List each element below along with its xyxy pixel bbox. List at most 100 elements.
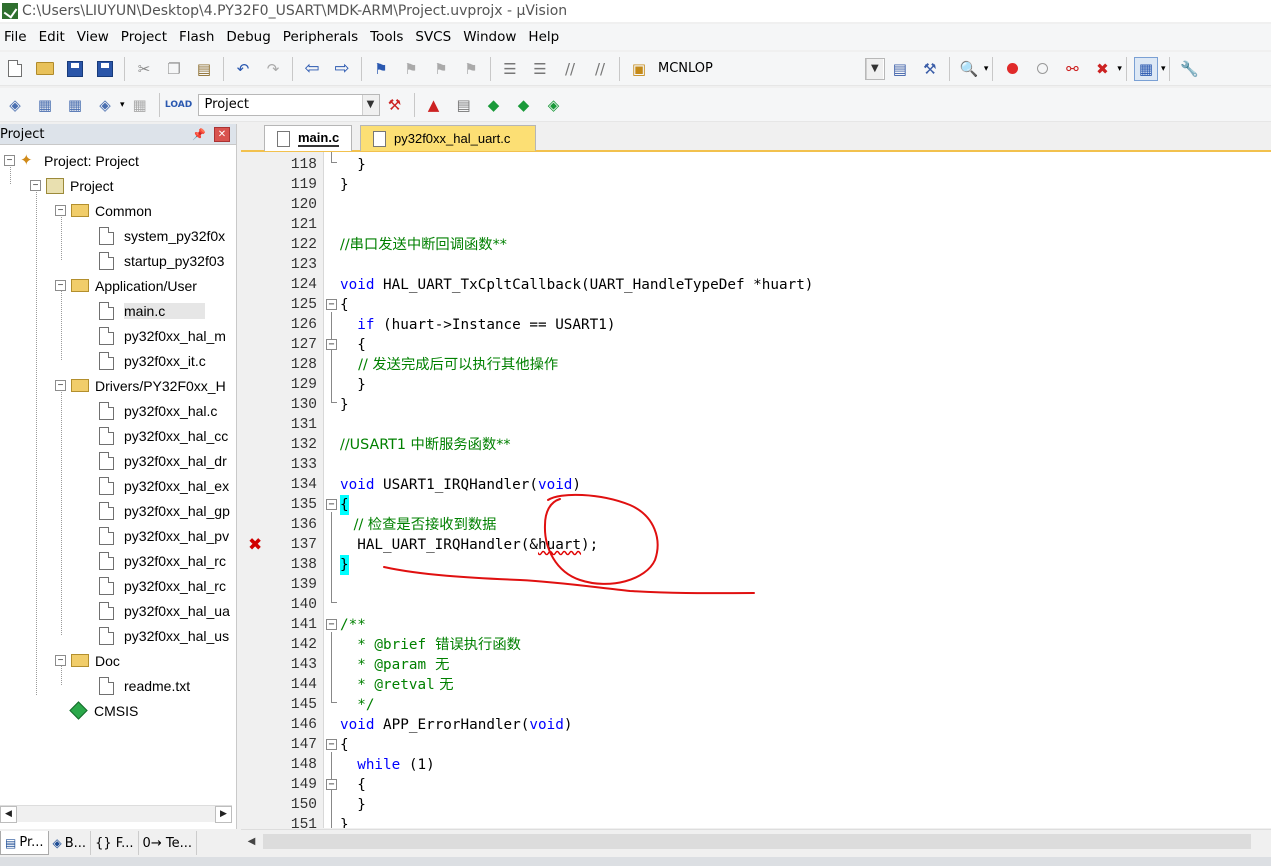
find-in-files-button[interactable]: ▣	[627, 57, 651, 81]
menu-svcs[interactable]: SVCS	[411, 29, 459, 45]
open-file-button[interactable]	[33, 57, 57, 81]
tree-file[interactable]: py32f0xx_hal_dr	[99, 448, 227, 473]
paste-button[interactable]: ▤	[192, 57, 216, 81]
rebuild-button[interactable]: ▦	[63, 93, 87, 117]
select-packs-button[interactable]: ◆	[482, 93, 506, 117]
menu-project[interactable]: Project	[117, 29, 175, 45]
tree-file[interactable]: py32f0xx_hal_cc	[99, 423, 228, 448]
collapse-icon[interactable]: −	[55, 205, 66, 216]
menu-peripherals[interactable]: Peripherals	[279, 29, 366, 45]
fold-toggle-icon[interactable]: −	[326, 779, 337, 790]
tree-group-application-user[interactable]: − Application/User	[55, 273, 197, 298]
error-x-icon[interactable]: ✖	[248, 535, 262, 555]
code-editor[interactable]: 118 } 119} 120 121 122 //串口发送中断回调函数** 123…	[241, 152, 1271, 828]
download-button[interactable]: LOAD	[165, 93, 192, 117]
tab-templates[interactable]: 0→ Te...	[139, 831, 197, 855]
insert-breakpoint-button[interactable]	[1000, 57, 1024, 81]
indent-button[interactable]: ☰	[498, 57, 522, 81]
disable-all-breakpoints-button[interactable]: ⚯	[1060, 57, 1084, 81]
fold-toggle-icon[interactable]: −	[326, 499, 337, 510]
manage-components-button[interactable]: ▲	[422, 93, 446, 117]
pack-installer-button[interactable]: ◆	[512, 93, 536, 117]
tab-functions[interactable]: {} F...	[91, 831, 139, 855]
fold-toggle-icon[interactable]: −	[326, 299, 337, 310]
undo-button[interactable]: ↶	[231, 57, 255, 81]
new-file-button[interactable]	[3, 57, 27, 81]
target-select[interactable]: Project ▼	[197, 93, 380, 116]
collapse-icon[interactable]: −	[4, 155, 15, 166]
uncomment-button[interactable]: //	[588, 57, 612, 81]
tab-main-c[interactable]: main.c	[264, 125, 352, 151]
tree-file[interactable]: py32f0xx_hal_m	[99, 323, 226, 348]
bookmark-clear-button[interactable]: ⚑	[459, 57, 483, 81]
window-layout-button[interactable]: ▦	[1133, 56, 1158, 81]
save-all-button[interactable]	[93, 57, 117, 81]
tree-file[interactable]: py32f0xx_hal.c	[99, 398, 217, 423]
kill-all-breakpoints-button[interactable]: ✖	[1090, 57, 1114, 81]
tree-file[interactable]: py32f0xx_hal_ex	[99, 473, 229, 498]
manage-project-items-button[interactable]: ▤	[452, 93, 476, 117]
debug-dropdown-arrow[interactable]: ▾	[984, 64, 989, 74]
project-horizontal-scrollbar[interactable]: ◀ ▶	[0, 805, 232, 823]
tree-file[interactable]: readme.txt	[99, 673, 190, 698]
breakpoint-dropdown-arrow[interactable]: ▾	[1117, 64, 1122, 74]
collapse-icon[interactable]: −	[30, 180, 41, 191]
find-dropdown[interactable]: ▼	[864, 57, 885, 80]
collapse-icon[interactable]: −	[55, 655, 66, 666]
unindent-button[interactable]: ☰	[528, 57, 552, 81]
tab-project[interactable]: ▤ Pr...	[0, 831, 49, 855]
build-button[interactable]: ▦	[33, 93, 57, 117]
find-button[interactable]: ▤	[888, 57, 912, 81]
translate-button[interactable]: ◈	[3, 93, 27, 117]
bookmark-prev-button[interactable]: ⚑	[399, 57, 423, 81]
collapse-icon[interactable]: −	[55, 280, 66, 291]
menu-debug[interactable]: Debug	[222, 29, 278, 45]
scroll-left-icon[interactable]: ◀	[0, 805, 17, 823]
stop-build-button[interactable]: ▦	[128, 93, 152, 117]
collapse-icon[interactable]: −	[55, 380, 66, 391]
disable-breakpoint-button[interactable]	[1030, 57, 1054, 81]
tree-group-common[interactable]: − Common	[55, 198, 152, 223]
menu-window[interactable]: Window	[459, 29, 524, 45]
menu-tools[interactable]: Tools	[366, 29, 411, 45]
batch-build-dropdown-arrow[interactable]: ▾	[120, 100, 125, 110]
tree-file[interactable]: py32f0xx_hal_rc	[99, 548, 226, 573]
tab-books[interactable]: ◈ B...	[49, 831, 92, 855]
tree-file[interactable]: py32f0xx_it.c	[99, 348, 206, 373]
tree-file[interactable]: py32f0xx_hal_ua	[99, 598, 230, 623]
scrollbar-thumb[interactable]	[263, 834, 1251, 849]
save-button[interactable]	[63, 57, 87, 81]
menu-help[interactable]: Help	[524, 29, 567, 45]
tree-file[interactable]: py32f0xx_hal_gp	[99, 498, 230, 523]
incremental-find-button[interactable]: ⚒	[918, 57, 942, 81]
menu-flash[interactable]: Flash	[175, 29, 222, 45]
close-icon[interactable]: ✕	[214, 126, 230, 142]
scroll-left-icon[interactable]: ◀	[243, 833, 260, 850]
menu-file[interactable]: File	[0, 29, 35, 45]
configure-button[interactable]: 🔧	[1177, 57, 1201, 81]
menu-view[interactable]: View	[73, 29, 117, 45]
tree-target[interactable]: − Project	[30, 173, 114, 198]
run-time-environment-button[interactable]: ◈	[542, 93, 566, 117]
scroll-right-icon[interactable]: ▶	[215, 805, 232, 823]
fold-toggle-icon[interactable]: −	[326, 739, 337, 750]
cut-button[interactable]: ✂	[132, 57, 156, 81]
tree-group-doc[interactable]: − Doc	[55, 648, 120, 673]
tab-hal-uart-c[interactable]: py32f0xx_hal_uart.c	[360, 125, 536, 151]
window-layout-dropdown-arrow[interactable]: ▾	[1161, 64, 1166, 74]
copy-button[interactable]: ❐	[162, 57, 186, 81]
bookmark-toggle-button[interactable]: ⚑	[369, 57, 393, 81]
tree-cmsis[interactable]: CMSIS	[68, 698, 138, 723]
tree-file[interactable]: py32f0xx_hal_pv	[99, 523, 229, 548]
fold-toggle-icon[interactable]: −	[326, 339, 337, 350]
bookmark-next-button[interactable]: ⚑	[429, 57, 453, 81]
navigate-back-button[interactable]: ⇦	[300, 57, 324, 81]
tree-file[interactable]: py32f0xx_hal_rc	[99, 573, 226, 598]
tree-file-selected[interactable]: main.c	[99, 298, 206, 323]
fold-toggle-icon[interactable]: −	[326, 619, 337, 630]
tree-group-drivers[interactable]: − Drivers/PY32F0xx_H	[55, 373, 226, 398]
menu-edit[interactable]: Edit	[35, 29, 73, 45]
target-options-button[interactable]: ⚒	[383, 93, 407, 117]
tree-file[interactable]: startup_py32f03	[99, 248, 224, 273]
batch-build-button[interactable]: ◈	[93, 93, 117, 117]
